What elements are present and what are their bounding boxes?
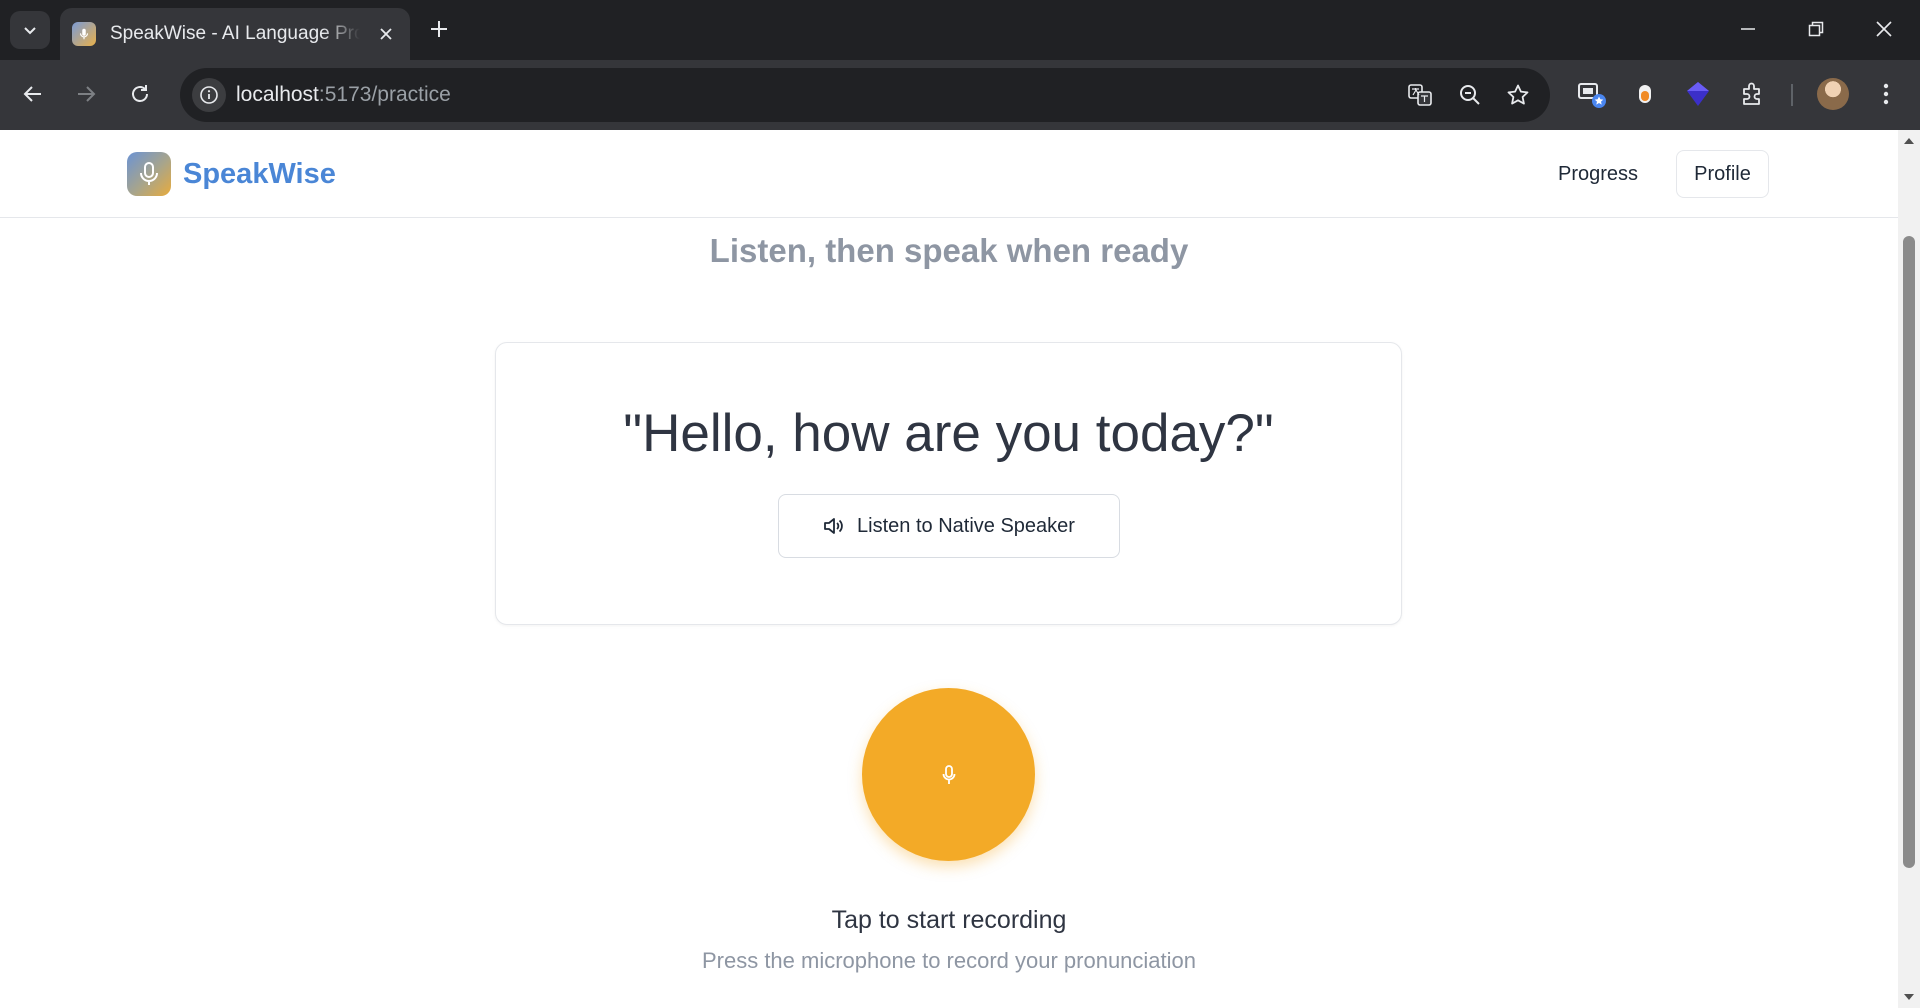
orange-extension-icon[interactable] [1627, 76, 1663, 112]
close-icon [1876, 21, 1892, 37]
new-tab-button[interactable] [422, 12, 456, 46]
page-viewport: SpeakWise Progress Profile Listen, then … [0, 130, 1898, 1008]
reload-button[interactable] [120, 74, 160, 114]
url-text[interactable]: localhost:5173/practice [236, 83, 451, 107]
tab-search-button[interactable] [10, 11, 50, 49]
more-icon[interactable] [1868, 76, 1904, 112]
browser-tab[interactable]: SpeakWise - AI Language Pronunciation [60, 8, 410, 60]
app-header: SpeakWise Progress Profile [0, 130, 1898, 218]
url-path: :5173/practice [318, 83, 451, 106]
plus-icon [431, 21, 447, 37]
forward-icon [78, 86, 96, 102]
address-bar[interactable]: localhost:5173/practice [180, 68, 1550, 122]
restore-icon [1808, 21, 1824, 37]
record-hint: Press the microphone to record your pron… [701, 948, 1197, 973]
scrollbar-thumb[interactable] [1903, 236, 1915, 868]
window-close-button[interactable] [1856, 6, 1912, 52]
scroll-up-arrow-icon[interactable] [1898, 130, 1920, 152]
chevron-down-icon [24, 27, 36, 35]
listen-button-label: Listen to Native Speaker [857, 514, 1075, 537]
profile-avatar[interactable] [1817, 78, 1849, 110]
screen-cast-extension-icon[interactable] [1573, 76, 1609, 112]
star-icon[interactable] [1503, 80, 1533, 110]
zoom-out-icon[interactable] [1455, 80, 1485, 110]
info-icon[interactable] [192, 78, 226, 112]
logo[interactable]: SpeakWise [127, 152, 336, 196]
minimize-button[interactable] [1720, 6, 1776, 52]
purple-extension-icon[interactable] [1680, 76, 1716, 112]
logo-text: SpeakWise [183, 157, 336, 190]
page-scrollbar[interactable] [1898, 130, 1920, 1008]
browser-tab-bar: SpeakWise - AI Language Pronunciation [0, 0, 1920, 60]
browser-toolbar: localhost:5173/practice [0, 60, 1920, 130]
close-icon[interactable] [374, 22, 398, 46]
record-microphone-button[interactable] [862, 688, 1035, 861]
url-host: localhost [236, 83, 319, 106]
favicon-icon [72, 22, 96, 46]
microphone-icon [942, 764, 955, 784]
microphone-icon [127, 152, 171, 196]
listen-native-speaker-button[interactable]: Listen to Native Speaker [778, 494, 1120, 558]
tab-title: SpeakWise - AI Language Pronunciation [110, 23, 360, 44]
nav-profile-button[interactable]: Profile [1676, 150, 1769, 198]
extensions-icon[interactable] [1734, 76, 1770, 112]
practice-phrase: "Hello, how are you today?" [623, 404, 1274, 463]
back-icon [23, 86, 41, 102]
record-title: Tap to start recording [831, 906, 1067, 934]
toolbar-separator [1791, 84, 1793, 106]
speaker-icon [824, 518, 843, 534]
nav-progress-link[interactable]: Progress [1540, 150, 1656, 198]
translate-icon[interactable] [1405, 80, 1435, 110]
forward-button[interactable] [66, 74, 106, 114]
restore-button[interactable] [1788, 6, 1844, 52]
reload-icon [132, 85, 148, 102]
back-button[interactable] [13, 74, 53, 114]
minimize-icon [1741, 28, 1755, 30]
phrase-card: "Hello, how are you today?" Listen to Na… [495, 342, 1402, 625]
scroll-down-arrow-icon[interactable] [1898, 986, 1920, 1008]
practice-instruction: Listen, then speak when ready [709, 232, 1189, 269]
